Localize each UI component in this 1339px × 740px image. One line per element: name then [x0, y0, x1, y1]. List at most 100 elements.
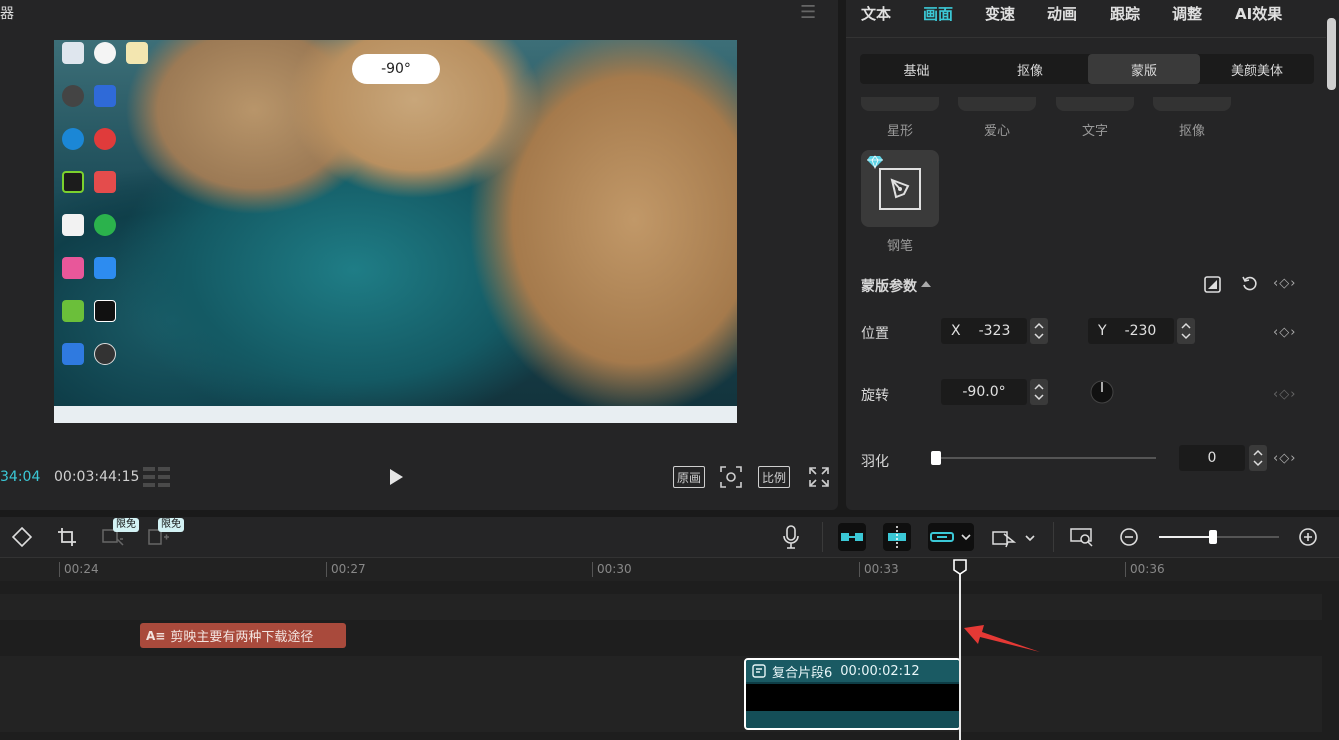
tab-animation[interactable]: 动画 [1047, 3, 1077, 24]
rotation-stepper[interactable] [1030, 379, 1048, 405]
y-value: -230 [1124, 323, 1157, 339]
mask-text-label: 文字 [1081, 124, 1108, 139]
rotation-field[interactable]: -90.0° [941, 379, 1027, 405]
subtab-beauty[interactable]: 美颜美体 [1200, 54, 1314, 84]
desktop-app-icon [126, 42, 148, 64]
play-icon[interactable] [388, 468, 404, 486]
position-y-field[interactable]: Y -230 [1088, 318, 1174, 344]
desktop-app-icon [94, 85, 116, 107]
ruler-tick-label: 00:30 [597, 562, 632, 576]
preview-zoom-icon[interactable] [1070, 527, 1094, 547]
pen-tool-icon [879, 168, 921, 210]
tab-picture[interactable]: 画面 [923, 3, 953, 24]
ruler-tick [859, 562, 860, 577]
tab-tracking[interactable]: 跟踪 [1110, 3, 1140, 24]
feather-keyframe[interactable]: ‹◇› [1273, 451, 1296, 466]
mask-pen-label: 钢笔 [886, 239, 913, 254]
aspect-ratio-button[interactable]: 比例 [758, 466, 790, 488]
mask-star-tile[interactable] [861, 97, 939, 111]
compound-clip[interactable]: 复合片段6 00:00:02:12 [744, 658, 961, 730]
total-time: 00:03:44:15 [54, 469, 140, 485]
free-badge: 限免 [113, 518, 139, 532]
ruler-tick [59, 562, 60, 577]
x-value: -323 [978, 323, 1011, 339]
desktop-app-icon [94, 128, 116, 150]
ruler-tick [592, 562, 593, 577]
menu-icon[interactable]: ☰ [800, 2, 816, 23]
zoom-in-icon[interactable] [1298, 527, 1318, 547]
inspector-scrollbar[interactable] [1327, 18, 1336, 90]
tab-adjust[interactable]: 调整 [1172, 3, 1202, 24]
mask-heart-tile[interactable] [958, 97, 1036, 111]
timeline-main-track[interactable] [0, 656, 1322, 732]
qq-icon [62, 214, 84, 236]
rotation-keyframe[interactable]: ‹◇› [1273, 387, 1296, 402]
video-preview[interactable] [54, 40, 737, 423]
invert-mask-icon[interactable] [1204, 276, 1221, 293]
desktop-app-icon [94, 257, 116, 279]
wechat-icon [94, 214, 116, 236]
compound-clip-thumbnail [746, 684, 959, 711]
y-stepper[interactable] [1177, 318, 1195, 344]
ruler-tick [326, 562, 327, 577]
desktop-app-icon [62, 300, 84, 322]
subtab-basic[interactable]: 基础 [860, 54, 973, 84]
desktop-app-icon [62, 85, 84, 107]
zoom-slider[interactable] [1159, 530, 1279, 544]
feather-field[interactable]: 0 [1179, 445, 1245, 471]
auto-snap-button[interactable] [883, 523, 911, 551]
mask-cutout-tile[interactable] [1153, 97, 1231, 111]
position-x-field[interactable]: X -323 [941, 318, 1027, 344]
desktop-app-icon [62, 343, 84, 365]
mask-star-label: 星形 [886, 124, 913, 139]
y-axis-label: Y [1098, 323, 1107, 339]
feather-slider-handle[interactable] [931, 451, 941, 465]
ruler-tick-label: 00:33 [864, 562, 899, 576]
position-keyframe[interactable]: ‹◇› [1273, 325, 1296, 340]
tab-text[interactable]: 文本 [861, 3, 891, 24]
playhead-handle[interactable] [953, 559, 967, 575]
zoom-slider-handle[interactable] [1209, 530, 1217, 544]
ruler-tick-label: 00:27 [331, 562, 366, 576]
main-track-magnet-button[interactable] [838, 523, 866, 551]
compound-clip-waveform [746, 711, 959, 728]
rotation-dial[interactable] [1090, 380, 1114, 404]
text-clip[interactable]: A≡ 剪映主要有两种下载途径 [140, 623, 346, 648]
fullscreen-icon[interactable] [809, 467, 829, 487]
subtab-cutout[interactable]: 抠像 [973, 54, 1087, 84]
zoom-out-icon[interactable] [1119, 527, 1139, 547]
x-axis-label: X [951, 323, 961, 339]
rotation-angle-tooltip: -90° [352, 54, 440, 84]
microphone-icon[interactable] [782, 525, 800, 549]
original-quality-button[interactable]: 原画 [673, 466, 705, 488]
pycharm-icon [62, 171, 84, 193]
subtab-mask[interactable]: 蒙版 [1088, 54, 1200, 84]
collapse-up-icon[interactable] [921, 280, 931, 288]
grid-icon[interactable] [143, 467, 171, 487]
tab-speed[interactable]: 变速 [985, 3, 1015, 24]
mask-pen-tile[interactable] [861, 150, 939, 227]
feather-value: 0 [1207, 450, 1217, 466]
mirror-icon[interactable] [12, 527, 32, 547]
timeline-track[interactable] [0, 594, 1322, 620]
free-badge: 限免 [158, 518, 184, 532]
diamond-icon [867, 155, 883, 169]
reset-icon[interactable] [1241, 275, 1259, 293]
toolbar-divider [822, 522, 823, 552]
linkage-button[interactable] [928, 523, 974, 551]
ruler-tick-label: 00:36 [1130, 562, 1165, 576]
annotation-arrow-icon [964, 625, 1040, 652]
tab-ai-effects[interactable]: AI效果 [1235, 3, 1282, 24]
crop-icon[interactable] [57, 527, 77, 547]
x-stepper[interactable] [1030, 318, 1048, 344]
screenshot-icon[interactable] [720, 466, 742, 488]
feather-slider[interactable] [936, 457, 1156, 459]
text-clip-icon: A≡ [146, 628, 166, 643]
feather-stepper[interactable] [1249, 445, 1267, 471]
desktop-app-icon [62, 257, 84, 279]
preview-axis-icon[interactable] [992, 528, 1038, 548]
mask-heart-label: 爱心 [983, 124, 1010, 139]
mask-text-tile[interactable] [1056, 97, 1134, 111]
zoom-slider-fill [1159, 536, 1213, 538]
keyframe-nav[interactable]: ‹◇› [1273, 276, 1296, 291]
